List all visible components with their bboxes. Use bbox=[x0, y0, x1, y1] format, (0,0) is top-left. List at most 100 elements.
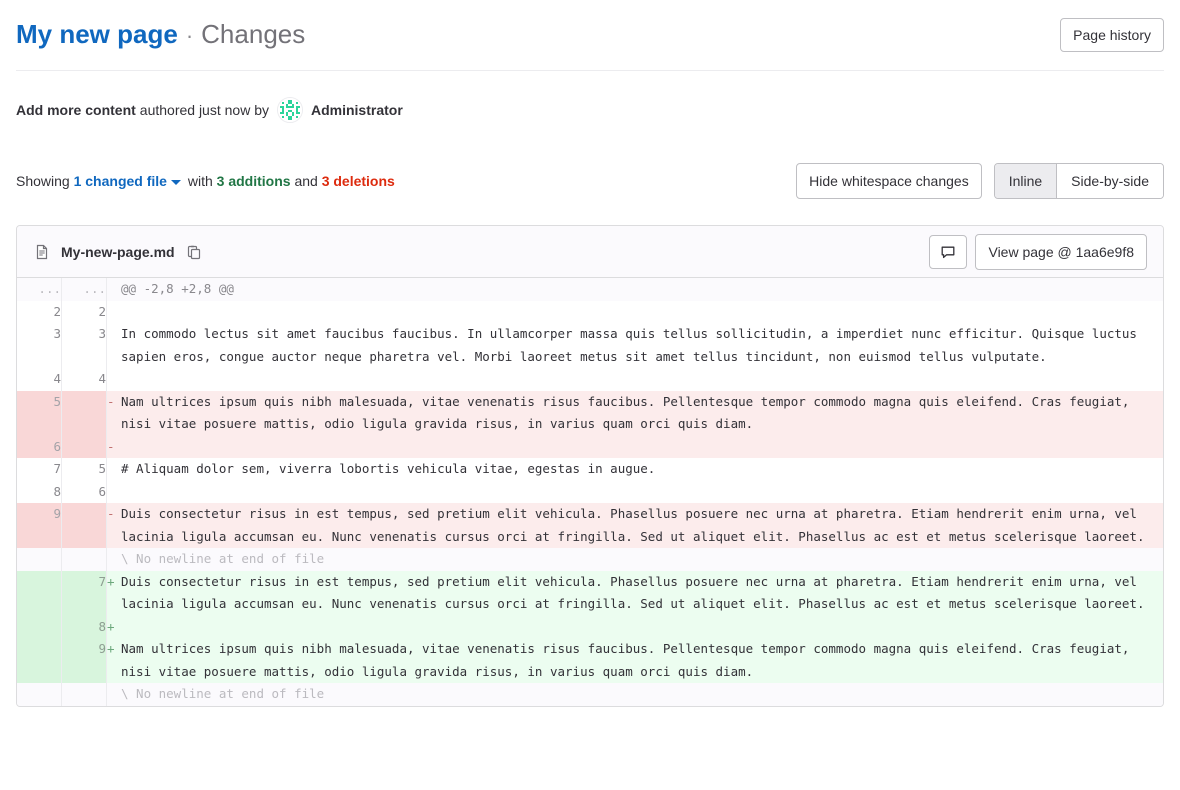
new-line-number[interactable]: 6 bbox=[62, 481, 107, 504]
diff-marker bbox=[107, 548, 122, 571]
new-line-number[interactable]: ... bbox=[62, 278, 107, 301]
table-row: 7 + Duis consectetur risus in est tempus… bbox=[17, 571, 1163, 616]
showing-label: Showing bbox=[16, 173, 70, 189]
diff-view-controls: Hide whitespace changes Inline Side-by-s… bbox=[796, 163, 1164, 199]
diff-line-content bbox=[121, 301, 1163, 324]
diff-view-toggle: Inline Side-by-side bbox=[994, 163, 1164, 199]
old-line-number[interactable]: ... bbox=[17, 278, 62, 301]
diff-line-content: Nam ultrices ipsum quis nibh malesuada, … bbox=[121, 638, 1163, 683]
no-newline-notice: \ No newline at end of file bbox=[121, 683, 1163, 706]
new-line-number[interactable] bbox=[62, 391, 107, 436]
page-title: My new page · Changes bbox=[16, 18, 305, 52]
commit-message[interactable]: Add more content bbox=[16, 100, 136, 120]
table-row: 9 + Nam ultrices ipsum quis nibh malesua… bbox=[17, 638, 1163, 683]
diff-marker: - bbox=[107, 391, 122, 436]
old-line-number[interactable] bbox=[17, 638, 62, 683]
old-line-number[interactable]: 2 bbox=[17, 301, 62, 324]
diff-file-card: My-new-page.md View page @ 1aa6e9f8 bbox=[16, 225, 1164, 707]
old-line-number[interactable]: 3 bbox=[17, 323, 62, 368]
old-line-number[interactable]: 4 bbox=[17, 368, 62, 391]
new-line-number[interactable]: 2 bbox=[62, 301, 107, 324]
diff-line-content: Duis consectetur risus in est tempus, se… bbox=[121, 571, 1163, 616]
table-row: \ No newline at end of file bbox=[17, 683, 1163, 706]
table-row: 2 2 bbox=[17, 301, 1163, 324]
comment-bubble-icon[interactable] bbox=[929, 235, 967, 269]
table-row: 7 5 # Aliquam dolor sem, viverra loborti… bbox=[17, 458, 1163, 481]
new-line-number[interactable]: 4 bbox=[62, 368, 107, 391]
diff-line-content bbox=[121, 368, 1163, 391]
tab-side-by-side-view[interactable]: Side-by-side bbox=[1056, 164, 1163, 198]
page-title-separator: · bbox=[186, 20, 193, 52]
old-line-number[interactable]: 9 bbox=[17, 503, 62, 548]
diff-line-content: Duis consectetur risus in est tempus, se… bbox=[121, 503, 1163, 548]
changes-page: My new page · Changes Page history Add m… bbox=[0, 0, 1180, 790]
with-label: with bbox=[188, 173, 213, 189]
new-line-number[interactable]: 9 bbox=[62, 638, 107, 683]
changed-files-dropdown[interactable]: 1 changed file bbox=[74, 173, 167, 189]
table-row: 6 - bbox=[17, 436, 1163, 459]
table-row: \ No newline at end of file bbox=[17, 548, 1163, 571]
old-line-number bbox=[17, 683, 62, 706]
diff-table: ... ... @@ -2,8 +2,8 @@ 2 2 3 3 In commo… bbox=[17, 278, 1163, 706]
diff-line-content: Nam ultrices ipsum quis nibh malesuada, … bbox=[121, 391, 1163, 436]
commit-authored-text: authored just now by bbox=[140, 100, 269, 120]
diff-marker bbox=[107, 458, 122, 481]
diff-table-body: ... ... @@ -2,8 +2,8 @@ 2 2 3 3 In commo… bbox=[17, 278, 1163, 706]
view-page-at-commit-button[interactable]: View page @ 1aa6e9f8 bbox=[975, 234, 1147, 270]
diff-line-content bbox=[121, 481, 1163, 504]
additions-count: 3 additions bbox=[217, 173, 291, 189]
old-line-number[interactable] bbox=[17, 571, 62, 616]
document-icon bbox=[33, 243, 51, 261]
new-line-number bbox=[62, 683, 107, 706]
hide-whitespace-changes-button[interactable]: Hide whitespace changes bbox=[796, 163, 982, 199]
new-line-number bbox=[62, 548, 107, 571]
new-line-number[interactable]: 7 bbox=[62, 571, 107, 616]
old-line-number[interactable]: 6 bbox=[17, 436, 62, 459]
diff-summary: Showing 1 changed file with 3 additions … bbox=[16, 171, 395, 191]
diff-marker bbox=[107, 368, 122, 391]
diff-toolbar: Showing 1 changed file with 3 additions … bbox=[16, 123, 1164, 199]
table-row: ... ... @@ -2,8 +2,8 @@ bbox=[17, 278, 1163, 301]
diff-line-content bbox=[121, 436, 1163, 459]
old-line-number[interactable]: 5 bbox=[17, 391, 62, 436]
diff-marker: - bbox=[107, 436, 122, 459]
identicon-avatar bbox=[277, 97, 303, 123]
old-line-number[interactable] bbox=[17, 616, 62, 639]
table-row: 3 3 In commodo lectus sit amet faucibus … bbox=[17, 323, 1163, 368]
diff-marker bbox=[107, 278, 122, 301]
new-line-number[interactable] bbox=[62, 436, 107, 459]
diff-marker: + bbox=[107, 616, 122, 639]
chevron-down-icon[interactable] bbox=[171, 180, 181, 185]
old-line-number bbox=[17, 548, 62, 571]
new-line-number[interactable]: 5 bbox=[62, 458, 107, 481]
diff-marker bbox=[107, 683, 122, 706]
diff-marker bbox=[107, 323, 122, 368]
no-newline-notice: \ No newline at end of file bbox=[121, 548, 1163, 571]
new-line-number[interactable]: 8 bbox=[62, 616, 107, 639]
page-title-subtitle: Changes bbox=[201, 18, 305, 50]
clipboard-copy-icon[interactable] bbox=[185, 243, 203, 261]
diff-marker: + bbox=[107, 638, 122, 683]
commit-author-name[interactable]: Administrator bbox=[311, 100, 403, 120]
diff-marker bbox=[107, 481, 122, 504]
table-row: 8 6 bbox=[17, 481, 1163, 504]
diff-file-name[interactable]: My-new-page.md bbox=[61, 242, 175, 262]
page-header: My new page · Changes Page history bbox=[16, 0, 1164, 71]
table-row: 5 - Nam ultrices ipsum quis nibh malesua… bbox=[17, 391, 1163, 436]
diff-line-content bbox=[121, 616, 1163, 639]
new-line-number[interactable]: 3 bbox=[62, 323, 107, 368]
tab-inline-view[interactable]: Inline bbox=[995, 164, 1056, 198]
old-line-number[interactable]: 7 bbox=[17, 458, 62, 481]
diff-file-header: My-new-page.md View page @ 1aa6e9f8 bbox=[17, 226, 1163, 278]
diff-marker: - bbox=[107, 503, 122, 548]
page-title-link[interactable]: My new page bbox=[16, 18, 178, 50]
old-line-number[interactable]: 8 bbox=[17, 481, 62, 504]
deletions-count: 3 deletions bbox=[322, 173, 395, 189]
page-history-button[interactable]: Page history bbox=[1060, 18, 1164, 52]
table-row: 8 + bbox=[17, 616, 1163, 639]
table-row: 9 - Duis consectetur risus in est tempus… bbox=[17, 503, 1163, 548]
new-line-number[interactable] bbox=[62, 503, 107, 548]
diff-file-identity: My-new-page.md bbox=[33, 242, 203, 262]
diff-line-content: # Aliquam dolor sem, viverra lobortis ve… bbox=[121, 458, 1163, 481]
diff-marker: + bbox=[107, 571, 122, 616]
